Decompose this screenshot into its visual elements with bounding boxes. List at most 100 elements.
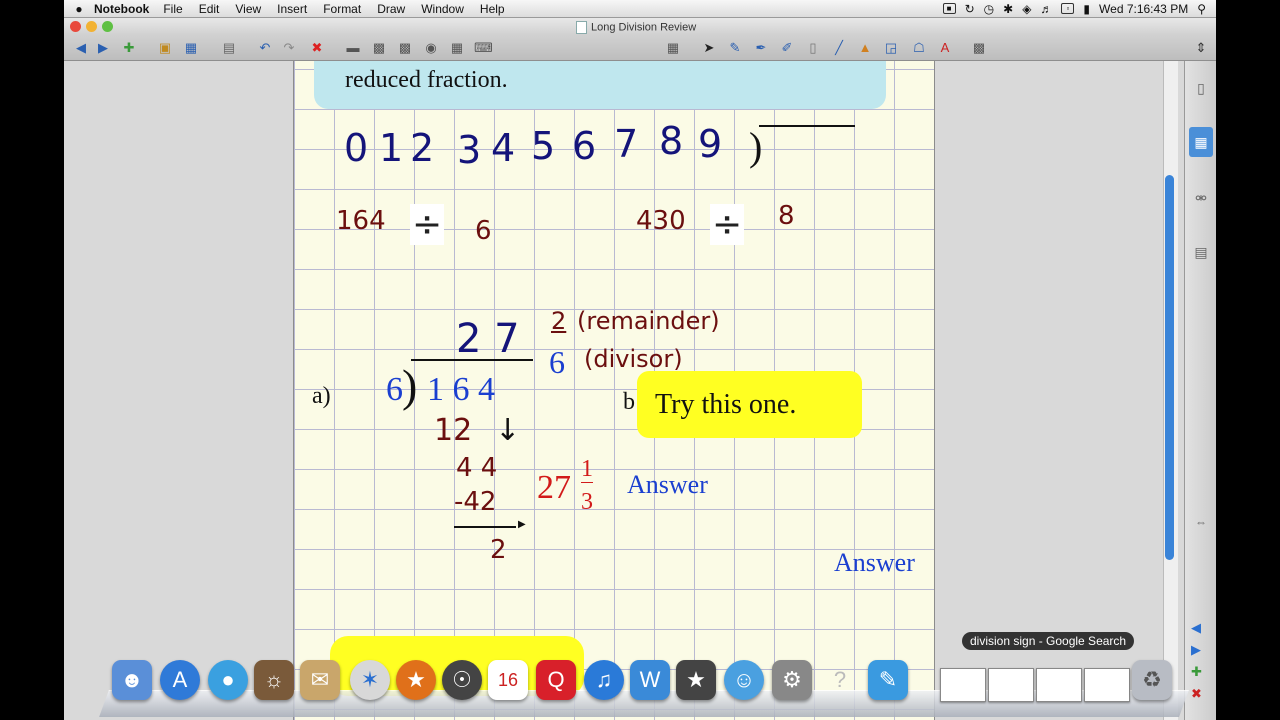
select-arrow-icon[interactable]: ➤ bbox=[700, 39, 718, 56]
problem2-divisor[interactable]: 8 bbox=[778, 201, 795, 231]
minimized-window-1[interactable] bbox=[940, 668, 986, 702]
menu-help[interactable]: Help bbox=[480, 2, 505, 16]
work-bracket[interactable]: ) bbox=[402, 359, 417, 412]
delete-icon[interactable]: ✖ bbox=[308, 39, 326, 56]
properties-icon[interactable]: ▩ bbox=[970, 39, 988, 56]
properties-tab-icon[interactable]: ▤ bbox=[1189, 237, 1213, 267]
bluetooth-icon[interactable]: ✱ bbox=[1003, 2, 1013, 16]
fill-bucket-icon[interactable]: ☖ bbox=[910, 39, 928, 56]
previous-page-nav-icon[interactable]: ◀ bbox=[1191, 620, 1201, 636]
work-dividend[interactable]: 1 6 4 bbox=[427, 371, 495, 409]
menu-file[interactable]: File bbox=[163, 2, 182, 16]
imovie-icon[interactable]: ★ bbox=[676, 660, 716, 700]
next-page-icon[interactable]: ▶ bbox=[94, 39, 112, 56]
problem1-divisor[interactable]: 6 bbox=[475, 216, 492, 246]
zoom-window-icon[interactable] bbox=[102, 21, 113, 32]
remainder-denominator[interactable]: 6 bbox=[549, 344, 565, 381]
dashboard-icon[interactable]: ☉ bbox=[442, 660, 482, 700]
creative-pen-icon[interactable]: ✒ bbox=[752, 39, 770, 56]
keyboard-input-icon[interactable]: ▫ bbox=[1061, 3, 1075, 14]
problem2-dividend[interactable]: 430 bbox=[636, 206, 686, 236]
divisor-label[interactable]: (divisor) bbox=[584, 345, 683, 373]
dual-display-icon[interactable]: ▩ bbox=[396, 39, 414, 56]
calendar-icon[interactable]: 16 bbox=[488, 660, 528, 700]
table-tool-icon[interactable]: ▦ bbox=[448, 39, 466, 56]
digit-6[interactable]: 6 bbox=[572, 124, 596, 168]
notebook-page[interactable]: reduced fraction. 0 1 2 3 4 5 6 7 8 9 ) … bbox=[293, 61, 935, 720]
keyboard-icon[interactable]: ⌨ bbox=[474, 39, 493, 56]
division-sign-2[interactable]: ÷ bbox=[710, 204, 745, 245]
vertical-scrollbar-thumb[interactable] bbox=[1165, 175, 1174, 560]
open-file-icon[interactable]: ▣ bbox=[156, 39, 174, 56]
delete-page-nav-icon[interactable]: ✖ bbox=[1191, 686, 1202, 702]
minimized-window-2[interactable] bbox=[988, 668, 1034, 702]
problem1-dividend[interactable]: 164 bbox=[336, 206, 386, 236]
page-sorter-icon[interactable]: ▯ bbox=[1189, 73, 1213, 103]
ichat-icon[interactable]: ☺ bbox=[724, 660, 764, 700]
bring-down-arrow[interactable]: ↓ bbox=[495, 413, 520, 448]
firefox-icon[interactable]: ★ bbox=[396, 660, 436, 700]
work-step-minus-42[interactable]: -42 bbox=[454, 487, 496, 517]
sidebar-toggle-icon[interactable]: ⇔ bbox=[1189, 507, 1213, 537]
try-this-callout[interactable]: Try this one. bbox=[637, 371, 862, 438]
finder-icon[interactable]: ☻ bbox=[112, 660, 152, 700]
quicken-icon[interactable]: Q bbox=[536, 660, 576, 700]
digit-5[interactable]: 5 bbox=[531, 124, 555, 168]
close-window-icon[interactable] bbox=[70, 21, 81, 32]
digit-4[interactable]: 4 bbox=[491, 126, 515, 170]
quotient[interactable]: 2 7 bbox=[456, 316, 520, 362]
next-page-nav-icon[interactable]: ▶ bbox=[1191, 642, 1201, 658]
digit-2[interactable]: 2 bbox=[410, 126, 434, 170]
answer-whole-number[interactable]: 27 bbox=[537, 469, 571, 507]
minimized-window-4[interactable] bbox=[1084, 668, 1130, 702]
add-page-nav-icon[interactable]: ✚ bbox=[1191, 664, 1202, 680]
digit-1[interactable]: 1 bbox=[379, 126, 403, 170]
previous-page-icon[interactable]: ◀ bbox=[72, 39, 90, 56]
pen-icon[interactable]: ✎ bbox=[726, 39, 744, 56]
sync-icon[interactable]: ↻ bbox=[965, 2, 975, 16]
system-preferences-icon[interactable]: ⚙ bbox=[772, 660, 812, 700]
remainder-label[interactable]: (remainder) bbox=[577, 307, 720, 335]
digit-0[interactable]: 0 bbox=[344, 126, 368, 170]
time-machine-icon[interactable]: ◷ bbox=[984, 2, 994, 16]
menu-edit[interactable]: Edit bbox=[199, 2, 220, 16]
work-step-44[interactable]: 4 4 bbox=[456, 453, 497, 483]
iphoto-icon[interactable]: ☼ bbox=[254, 660, 294, 700]
magic-pen-icon[interactable]: ✐ bbox=[778, 39, 796, 56]
itunes-icon[interactable]: ♫ bbox=[584, 660, 624, 700]
notebook-app-icon[interactable]: ✎ bbox=[868, 660, 908, 700]
move-toolbar-icon[interactable]: ⇕ bbox=[1192, 39, 1210, 56]
gallery-icon[interactable]: ▦ bbox=[1189, 127, 1213, 157]
menu-view[interactable]: View bbox=[235, 2, 261, 16]
paste-icon[interactable]: ▤ bbox=[220, 39, 238, 56]
minimize-window-icon[interactable] bbox=[86, 21, 97, 32]
apple-menu-icon[interactable]: ● bbox=[64, 2, 94, 16]
spotlight-search-icon[interactable]: ⚲ bbox=[1197, 2, 1206, 16]
menu-format[interactable]: Format bbox=[323, 2, 361, 16]
full-screen-icon[interactable]: ▩ bbox=[370, 39, 388, 56]
work-step-12[interactable]: 12 bbox=[434, 413, 472, 448]
answer-numerator[interactable]: 1 bbox=[581, 456, 593, 483]
menubar-clock[interactable]: Wed 7:16:43 PM bbox=[1099, 2, 1188, 16]
volume-icon[interactable]: ♬ bbox=[1040, 2, 1052, 16]
table-insert-icon[interactable]: ▦ bbox=[664, 39, 682, 56]
attachments-icon[interactable]: ⚮ bbox=[1189, 183, 1213, 213]
screen-shade-icon[interactable]: ▬ bbox=[344, 39, 362, 56]
division-bracket[interactable]: ) bbox=[749, 123, 762, 170]
answer-a-label[interactable]: Answer bbox=[627, 470, 708, 500]
work-remainder[interactable]: 2 bbox=[490, 535, 507, 565]
app-menu[interactable]: Notebook bbox=[94, 2, 149, 16]
work-divisor[interactable]: 6 bbox=[386, 371, 403, 409]
digit-3[interactable]: 3 bbox=[457, 128, 481, 172]
answer-b-label[interactable]: Answer bbox=[834, 548, 915, 578]
unknown-app-icon[interactable]: ? bbox=[820, 660, 860, 700]
fill-icon[interactable]: ◲ bbox=[882, 39, 900, 56]
division-sign-1[interactable]: ÷ bbox=[410, 204, 445, 245]
safari-icon[interactable]: ✶ bbox=[350, 660, 390, 700]
word-app-icon[interactable]: W bbox=[630, 660, 670, 700]
capture-icon[interactable]: ◉ bbox=[422, 39, 440, 56]
trash-icon[interactable]: ♻ bbox=[1132, 660, 1172, 700]
app-store-icon[interactable]: A bbox=[160, 660, 200, 700]
remainder-numerator[interactable]: 2 bbox=[551, 307, 566, 335]
shape-tool-icon[interactable]: ▲ bbox=[856, 39, 874, 56]
